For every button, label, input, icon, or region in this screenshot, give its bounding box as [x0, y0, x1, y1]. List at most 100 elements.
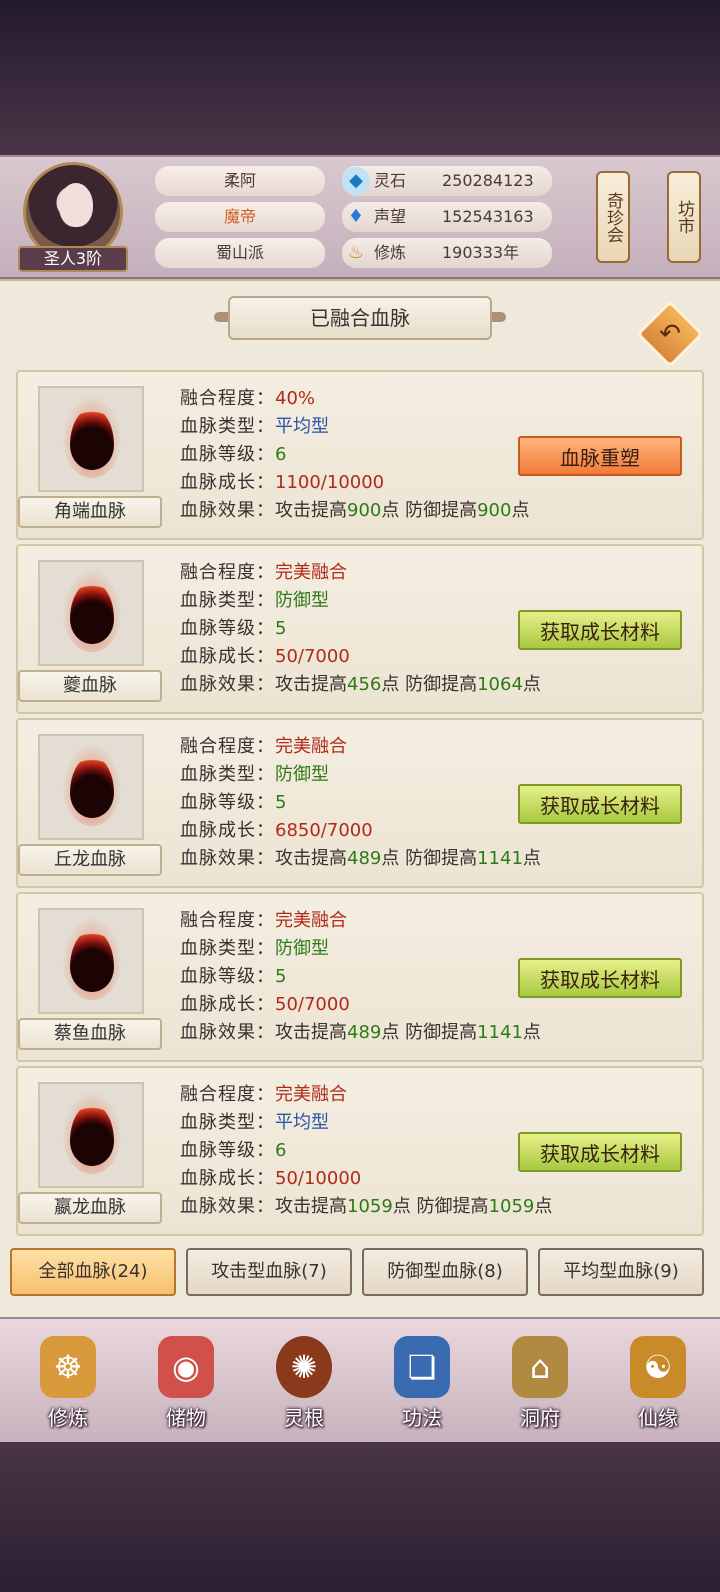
- top-background: [0, 0, 720, 155]
- growth-row: 血脉成长：6850/7000: [180, 820, 373, 841]
- growth-value: 6850/7000: [275, 820, 373, 841]
- fusion-value: 完美融合: [275, 1084, 347, 1105]
- level-row: 血脉等级：6: [180, 444, 287, 465]
- fusion-row: 融合程度：完美融合: [180, 1084, 347, 1105]
- growth-row: 血脉成长：50/7000: [180, 646, 350, 667]
- nav-spirit-root[interactable]: ✺ 灵根: [256, 1330, 352, 1434]
- level-value: 5: [275, 618, 287, 639]
- bloodline-image: [38, 734, 144, 840]
- monk-icon: ☸: [40, 1336, 96, 1398]
- effect-row: 血脉效果：攻击提高900点 防御提高900点: [180, 500, 530, 521]
- get-growth-material-button[interactable]: 获取成长材料: [518, 784, 682, 824]
- growth-value: 1100/10000: [275, 472, 385, 493]
- effect-row: 血脉效果：攻击提高489点 防御提高1141点: [180, 1022, 541, 1043]
- bloodline-card: 角端血脉 融合程度：40% 血脉类型：平均型 血脉等级：6 血脉成长：1100/…: [16, 370, 704, 540]
- type-value: 防御型: [275, 764, 329, 785]
- growth-value: 50/7000: [275, 646, 350, 667]
- type-value: 平均型: [275, 416, 329, 437]
- resource-reputation: ♦ 声望 152543163: [342, 202, 552, 232]
- bag-icon: ◉: [158, 1336, 214, 1398]
- nav-storage[interactable]: ◉ 储物: [138, 1330, 234, 1434]
- level-value: 5: [275, 792, 287, 813]
- get-growth-material-button[interactable]: 获取成长材料: [518, 610, 682, 650]
- player-title: 魔帝: [155, 202, 325, 232]
- bloodline-name: 夔血脉: [18, 670, 162, 702]
- level-row: 血脉等级：5: [180, 618, 287, 639]
- lantern-treasure-fair[interactable]: 奇珍会: [596, 171, 630, 263]
- nav-cultivation[interactable]: ☸ 修炼: [20, 1330, 116, 1434]
- fusion-row: 融合程度：40%: [180, 388, 316, 409]
- level-row: 血脉等级：6: [180, 1140, 287, 1161]
- cultivation-icon: ♨: [347, 242, 365, 263]
- type-row: 血脉类型：防御型: [180, 590, 329, 611]
- tab-all-bloodlines[interactable]: 全部血脉(24): [10, 1248, 176, 1296]
- bloodline-name: 蔡鱼血脉: [18, 1018, 162, 1050]
- type-row: 血脉类型：平均型: [180, 1112, 329, 1133]
- type-value: 防御型: [275, 938, 329, 959]
- effect-row: 血脉效果：攻击提高1059点 防御提高1059点: [180, 1196, 553, 1217]
- bloodline-image: [38, 560, 144, 666]
- bloodline-card: 夔血脉 融合程度：完美融合 血脉类型：防御型 血脉等级：5 血脉成长：50/70…: [16, 544, 704, 714]
- tab-balanced-bloodlines[interactable]: 平均型血脉(9): [538, 1248, 704, 1296]
- spirit-root-icon: ✺: [276, 1336, 332, 1398]
- type-row: 血脉类型：平均型: [180, 416, 329, 437]
- player-header: 圣人3阶 柔阿 魔帝 蜀山派 ◆ 灵石 250284123 ♦ 声望 15254…: [0, 155, 720, 279]
- avatar-frame[interactable]: 圣人3阶: [18, 162, 128, 272]
- effect-row: 血脉效果：攻击提高489点 防御提高1141点: [180, 848, 541, 869]
- book-icon: ❏: [394, 1336, 450, 1398]
- bottom-background: [0, 1440, 720, 1592]
- type-row: 血脉类型：防御型: [180, 938, 329, 959]
- nav-fortune[interactable]: ☯ 仙缘: [610, 1330, 706, 1434]
- bloodline-image: [38, 1082, 144, 1188]
- growth-row: 血脉成长：50/7000: [180, 994, 350, 1015]
- fusion-value: 完美融合: [275, 910, 347, 931]
- bloodline-card: 蔡鱼血脉 融合程度：完美融合 血脉类型：防御型 血脉等级：5 血脉成长：50/7…: [16, 892, 704, 1062]
- type-value: 平均型: [275, 1112, 329, 1133]
- level-value: 6: [275, 444, 287, 465]
- reputation-icon: ♦: [347, 206, 365, 227]
- player-sect: 蜀山派: [155, 238, 325, 268]
- level-value: 6: [275, 1140, 287, 1161]
- fusion-row: 融合程度：完美融合: [180, 910, 347, 931]
- bloodline-name: 角端血脉: [18, 496, 162, 528]
- get-growth-material-button[interactable]: 获取成长材料: [518, 958, 682, 998]
- resource-spirit-stone: ◆ 灵石 250284123: [342, 166, 552, 196]
- spirit-stone-icon: ◆: [342, 167, 370, 195]
- bloodline-name: 丘龙血脉: [18, 844, 162, 876]
- reshape-bloodline-button[interactable]: 血脉重塑: [518, 436, 682, 476]
- fusion-value: 40%: [275, 388, 316, 409]
- get-growth-material-button[interactable]: 获取成长材料: [518, 1132, 682, 1172]
- rank-badge: 圣人3阶: [18, 246, 128, 272]
- bloodline-card: 嬴龙血脉 融合程度：完美融合 血脉类型：平均型 血脉等级：6 血脉成长：50/1…: [16, 1066, 704, 1236]
- avatar-face: [59, 183, 93, 227]
- player-name: 柔阿: [155, 166, 325, 196]
- bloodline-image: [38, 386, 144, 492]
- tab-defense-bloodlines[interactable]: 防御型血脉(8): [362, 1248, 528, 1296]
- nav-cave-abode[interactable]: ⌂ 洞府: [492, 1330, 588, 1434]
- fusion-value: 完美融合: [275, 736, 347, 757]
- bloodline-image: [38, 908, 144, 1014]
- level-row: 血脉等级：5: [180, 966, 287, 987]
- growth-value: 50/7000: [275, 994, 350, 1015]
- type-value: 防御型: [275, 590, 329, 611]
- fusion-row: 融合程度：完美融合: [180, 736, 347, 757]
- resource-cultivation: ♨ 修炼 190333年: [342, 238, 552, 268]
- fusion-value: 完美融合: [275, 562, 347, 583]
- level-value: 5: [275, 966, 287, 987]
- growth-value: 50/10000: [275, 1168, 362, 1189]
- gourd-icon: ☯: [630, 1336, 686, 1398]
- lantern-market[interactable]: 坊市: [667, 171, 701, 263]
- fusion-row: 融合程度：完美融合: [180, 562, 347, 583]
- palace-icon: ⌂: [512, 1336, 568, 1398]
- bloodline-card: 丘龙血脉 融合程度：完美融合 血脉类型：防御型 血脉等级：5 血脉成长：6850…: [16, 718, 704, 888]
- level-row: 血脉等级：5: [180, 792, 287, 813]
- back-arrow-icon: ↶: [659, 319, 681, 349]
- growth-row: 血脉成长：1100/10000: [180, 472, 385, 493]
- nav-techniques[interactable]: ❏ 功法: [374, 1330, 470, 1434]
- tab-attack-bloodlines[interactable]: 攻击型血脉(7): [186, 1248, 352, 1296]
- panel-title: 已融合血脉: [228, 296, 492, 340]
- effect-row: 血脉效果：攻击提高456点 防御提高1064点: [180, 674, 541, 695]
- growth-row: 血脉成长：50/10000: [180, 1168, 362, 1189]
- type-row: 血脉类型：防御型: [180, 764, 329, 785]
- bloodline-name: 嬴龙血脉: [18, 1192, 162, 1224]
